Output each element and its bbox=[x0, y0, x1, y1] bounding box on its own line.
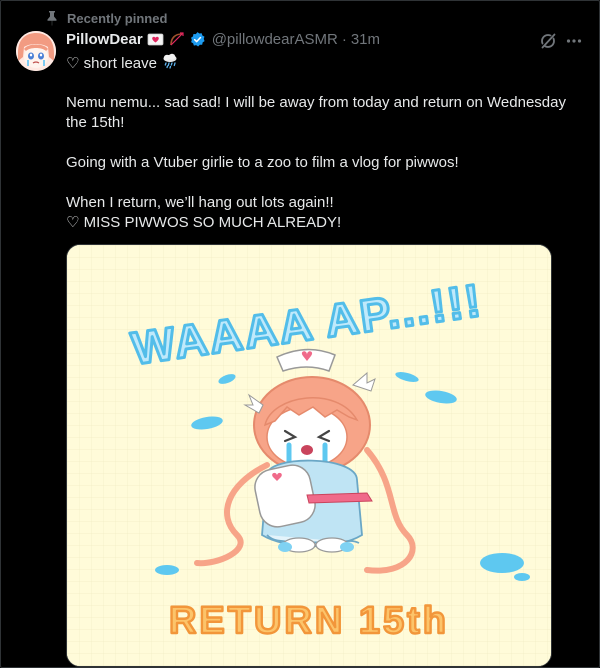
tweet-paragraph: ♡ MISS PIWWOS SO MUCH ALREADY! bbox=[66, 214, 342, 231]
pinned-indicator: Recently pinned bbox=[45, 10, 167, 26]
pin-icon bbox=[45, 10, 59, 26]
avatar[interactable] bbox=[16, 31, 56, 71]
tweet-body: Nemu nemu... sad sad! I will be away fro… bbox=[66, 93, 586, 233]
pinned-label: Recently pinned bbox=[67, 10, 168, 26]
tweet-paragraph: Nemu nemu... sad sad! I will be away fro… bbox=[66, 94, 566, 131]
tweet-paragraph: Going with a Vtuber girlie to a zoo to f… bbox=[66, 154, 459, 171]
subtitle-text: ♡ short leave bbox=[66, 55, 157, 72]
svg-text:RETURN 15th: RETURN 15th bbox=[169, 600, 449, 642]
tweet-header: PillowDear @pillowdearASMR · 31m bbox=[66, 31, 380, 48]
verified-badge-icon[interactable] bbox=[189, 31, 206, 48]
tweet-card[interactable]: Recently pinned PillowDear @pillowdearAS… bbox=[0, 0, 600, 668]
tweet-paragraph: When I return, we’ll hang out lots again… bbox=[66, 194, 334, 211]
rain-cloud-icon bbox=[161, 52, 179, 74]
grok-icon[interactable] bbox=[539, 32, 557, 50]
heart-letter-icon bbox=[147, 31, 164, 48]
header-separator: · bbox=[341, 31, 347, 48]
return-text-image: RETURN 15th bbox=[168, 599, 449, 643]
bow-and-arrow-icon bbox=[168, 31, 185, 48]
display-name[interactable]: PillowDear bbox=[66, 31, 143, 48]
timestamp[interactable]: 31m bbox=[351, 31, 380, 48]
tweet-subtitle: ♡ short leave bbox=[66, 52, 179, 74]
tweet-image[interactable]: WAAAA AP...!!! RETURN 15th bbox=[66, 244, 552, 667]
more-dots-icon[interactable] bbox=[564, 31, 584, 51]
user-handle[interactable]: @pillowdearASMR bbox=[212, 31, 338, 48]
